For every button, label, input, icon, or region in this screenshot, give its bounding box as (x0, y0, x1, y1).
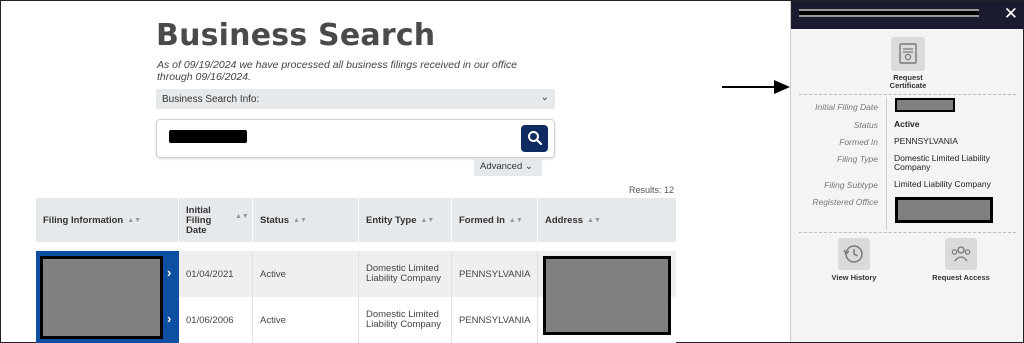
view-history-label: View History (831, 273, 877, 282)
advanced-label: Advanced (480, 161, 523, 172)
formed-in-value: PENNSYLVANIA (894, 136, 958, 146)
status-value: Active (894, 119, 920, 129)
search-info-dropdown[interactable]: Business Search Info: ⌄ (156, 89, 555, 109)
field-label: Filing Subtype (824, 180, 878, 190)
field-label: Initial Filing Date (815, 102, 878, 112)
redacted-filing-information (40, 256, 163, 339)
redacted-entity-name (799, 9, 979, 17)
chevron-right-icon[interactable]: › (167, 265, 171, 280)
history-icon (838, 238, 870, 270)
sort-icon: ▲▼ (587, 216, 601, 224)
request-access-button[interactable]: Request Access (931, 238, 991, 282)
field-label: Filing Type (837, 154, 878, 164)
column-formed-in[interactable]: Formed In ▲▼ (452, 198, 538, 242)
chevron-right-icon[interactable]: › (167, 311, 171, 326)
arrow-right-icon (722, 80, 790, 94)
search-input[interactable] (156, 119, 555, 158)
status-cell: Active (253, 251, 359, 297)
request-certificate-button[interactable]: Request Certificate (878, 37, 938, 90)
entity-type-cell: Domestic Limited Liability Company (359, 251, 452, 297)
view-history-button[interactable]: View History (824, 238, 884, 282)
column-filing-information[interactable]: Filing Information ▲▼ (36, 198, 179, 242)
filing-date-cell: 01/04/2021 (179, 251, 253, 297)
redacted-address (543, 256, 671, 335)
detail-panel: ✕ Request Certificate Initial Filing Dat… (790, 1, 1024, 342)
panel-header: ✕ (791, 1, 1024, 29)
column-status[interactable]: Status ▲▼ (253, 198, 359, 242)
request-certificate-label: Request Certificate (889, 73, 927, 90)
column-entity-type[interactable]: Entity Type ▲▼ (359, 198, 452, 242)
divider (799, 232, 1016, 233)
divider (886, 97, 887, 229)
close-icon[interactable]: ✕ (1004, 5, 1018, 23)
redacted-filing-date (895, 98, 955, 112)
search-icon (528, 131, 543, 146)
redacted-search-text (169, 130, 247, 143)
column-address[interactable]: Address ▲▼ (538, 198, 676, 242)
sort-icon: ▲▼ (508, 216, 523, 224)
search-info-label: Business Search Info: (162, 94, 260, 105)
entity-type-cell: Domestic Limited Liability Company (359, 297, 452, 343)
sort-icon: ▲▼ (235, 213, 249, 220)
column-initial-filing-date[interactable]: Initial Filing Date ▲▼ (179, 198, 253, 242)
status-cell: Active (253, 297, 359, 343)
advanced-button[interactable]: Advanced ⌄ (474, 158, 542, 176)
certificate-icon (891, 37, 925, 71)
formed-in-cell: PENNSYLVANIA (452, 251, 538, 297)
sort-icon: ▲▼ (293, 216, 307, 224)
filing-type-value: Domestic Limited Liability Company (894, 153, 990, 172)
results-count: Results: 12 (629, 185, 675, 195)
page-subtitle: As of 09/19/2024 we have processed all b… (157, 59, 518, 83)
formed-in-cell: PENNSYLVANIA (452, 297, 538, 343)
table-header: Filing Information ▲▼ Initial Filing Date… (36, 198, 676, 242)
field-label: Formed In (839, 137, 878, 147)
filing-subtype-value: Limited Liability Company (894, 179, 991, 189)
field-label: Registered Office (812, 197, 878, 207)
field-label: Status (853, 120, 878, 130)
filing-date-cell: 01/06/2006 (179, 297, 253, 343)
divider (799, 94, 1016, 95)
chevron-down-icon: ⌄ (524, 161, 533, 172)
sort-icon: ▲▼ (127, 216, 142, 224)
chevron-down-icon: ⌄ (540, 92, 549, 103)
redacted-registered-office (895, 197, 993, 223)
page-title: Business Search (156, 18, 436, 53)
users-icon (945, 238, 977, 270)
sort-icon: ▲▼ (420, 216, 435, 224)
request-access-label: Request Access (932, 273, 990, 282)
search-button[interactable] (521, 125, 548, 152)
